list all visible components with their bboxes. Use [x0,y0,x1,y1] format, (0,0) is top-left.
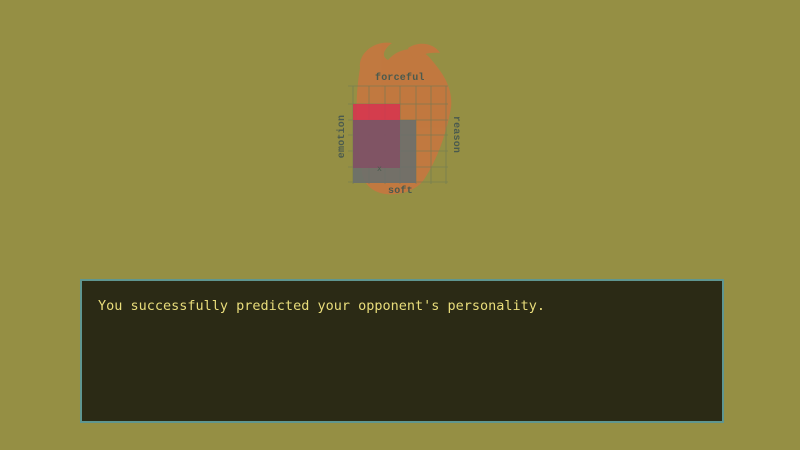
personality-chart: x forceful soft emotion reason [330,38,470,203]
axis-label-emotion: emotion [337,114,349,159]
dialog-message: You successfully predicted your opponent… [98,298,546,314]
dialog-box[interactable]: You successfully predicted your opponent… [80,279,724,423]
position-marker: x [377,164,382,173]
axis-label-soft: soft [388,186,413,197]
overlap-region [353,120,400,168]
personality-grid: x [348,42,452,195]
axis-label-reason: reason [450,115,462,154]
axis-label-forceful: forceful [375,73,425,84]
